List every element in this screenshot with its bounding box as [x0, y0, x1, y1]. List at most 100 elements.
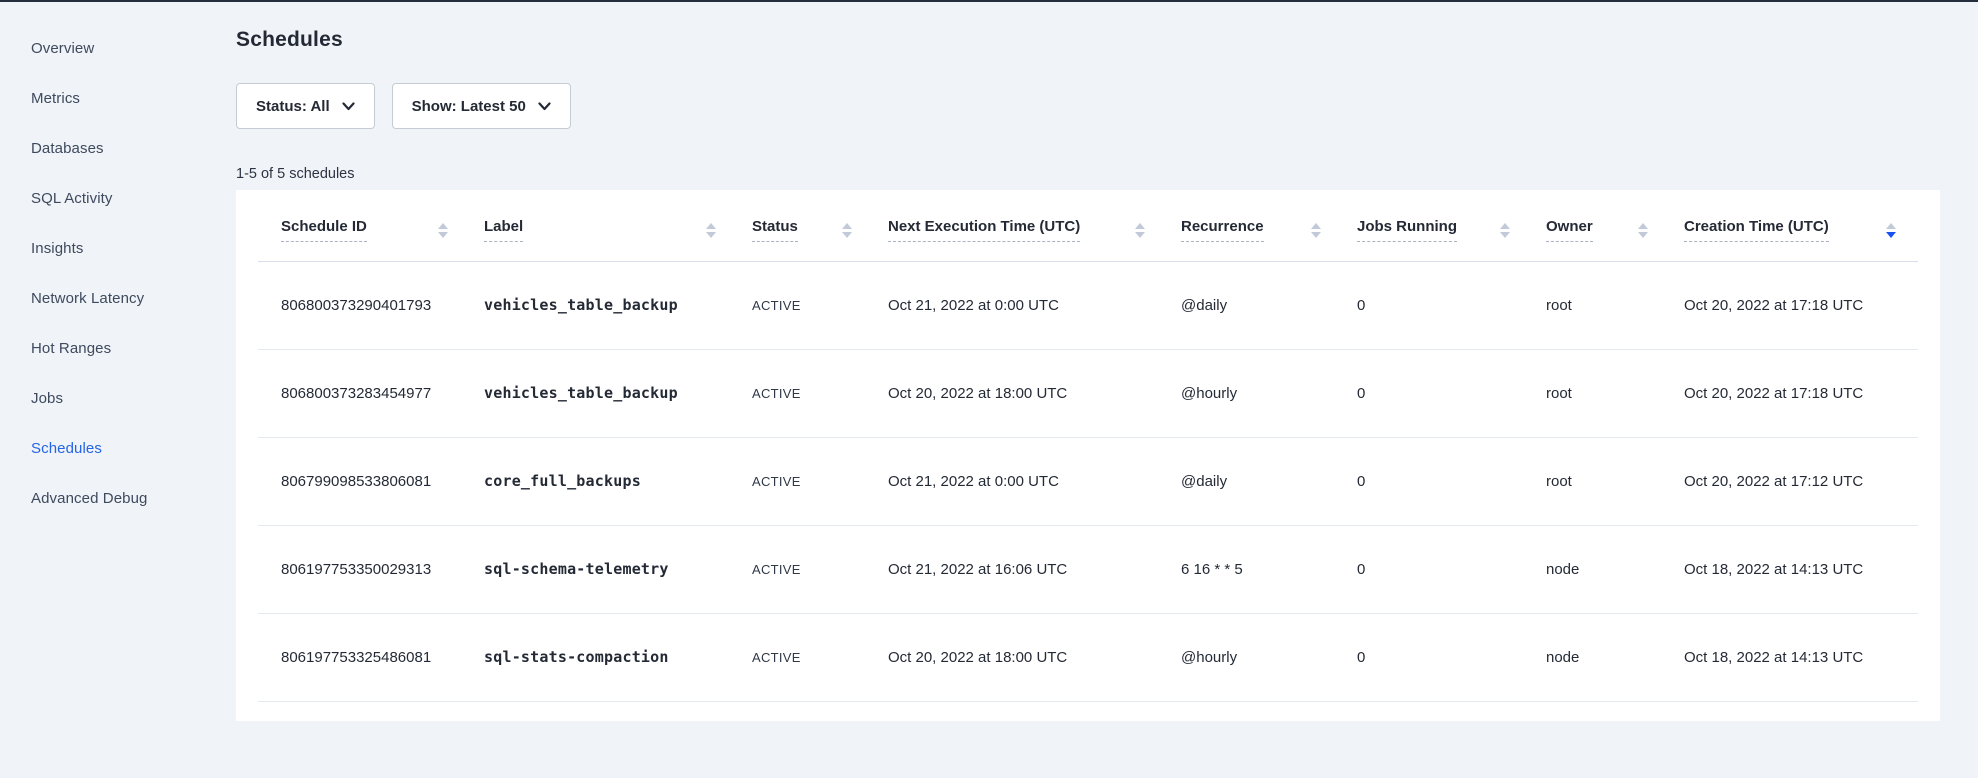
cell-owner: root	[1546, 261, 1684, 349]
sort-arrows-icon[interactable]	[1311, 223, 1321, 238]
sort-asc-icon	[706, 223, 716, 229]
cell-next-execution-time: Oct 21, 2022 at 16:06 UTC	[888, 525, 1181, 613]
sort-desc-icon	[842, 232, 852, 238]
schedules-table: Schedule ID Label Status Next Execution …	[258, 190, 1918, 702]
status-filter-label: Status: All	[256, 98, 330, 115]
cell-jobs-running: 0	[1357, 261, 1546, 349]
table-row[interactable]: 806799098533806081 core_full_backups ACT…	[258, 437, 1918, 525]
cell-next-execution-time: Oct 20, 2022 at 18:00 UTC	[888, 613, 1181, 701]
sidebar-item-insights[interactable]: Insights	[0, 223, 236, 273]
cell-creation-time: Oct 20, 2022 at 17:18 UTC	[1684, 261, 1918, 349]
cell-recurrence: @daily	[1181, 437, 1357, 525]
sort-asc-icon	[1638, 223, 1648, 229]
sidebar-item-databases[interactable]: Databases	[0, 123, 236, 173]
cell-owner: node	[1546, 613, 1684, 701]
cell-creation-time: Oct 18, 2022 at 14:13 UTC	[1684, 613, 1918, 701]
table-header: Schedule ID Label Status Next Execution …	[258, 190, 1918, 261]
schedules-table-card: Schedule ID Label Status Next Execution …	[236, 190, 1940, 721]
cell-owner: root	[1546, 437, 1684, 525]
cell-status: ACTIVE	[752, 437, 888, 525]
cell-jobs-running: 0	[1357, 349, 1546, 437]
column-header-recurrence[interactable]: Recurrence	[1181, 190, 1357, 261]
sort-asc-icon	[1135, 223, 1145, 229]
cell-jobs-running: 0	[1357, 437, 1546, 525]
chevron-down-icon	[342, 98, 355, 115]
sidebar-item-sql-activity[interactable]: SQL Activity	[0, 173, 236, 223]
sort-asc-icon	[1886, 223, 1896, 229]
column-header-next-execution-time-utc[interactable]: Next Execution Time (UTC)	[888, 190, 1181, 261]
show-latest-dropdown[interactable]: Show: Latest 50	[392, 83, 571, 129]
cell-schedule-id: 806197753325486081	[258, 613, 484, 701]
sort-arrows-icon[interactable]	[1886, 223, 1896, 238]
sort-desc-icon	[706, 232, 716, 238]
cell-schedule-id: 806800373283454977	[258, 349, 484, 437]
show-latest-label: Show: Latest 50	[412, 98, 526, 115]
sidebar-item-overview[interactable]: Overview	[0, 23, 236, 73]
sort-asc-icon	[1311, 223, 1321, 229]
sidebar-item-advanced-debug[interactable]: Advanced Debug	[0, 473, 236, 523]
cell-schedule-id: 806799098533806081	[258, 437, 484, 525]
cell-next-execution-time: Oct 21, 2022 at 0:00 UTC	[888, 261, 1181, 349]
sidebar-item-metrics[interactable]: Metrics	[0, 73, 236, 123]
sort-arrows-icon[interactable]	[842, 223, 852, 238]
cell-recurrence: @hourly	[1181, 349, 1357, 437]
column-header-owner[interactable]: Owner	[1546, 190, 1684, 261]
sort-desc-icon	[1311, 232, 1321, 238]
cell-next-execution-time: Oct 20, 2022 at 18:00 UTC	[888, 349, 1181, 437]
cell-schedule-id: 806800373290401793	[258, 261, 484, 349]
main-content: Schedules Status: All Show: Latest 50 1-…	[236, 2, 1978, 778]
cell-schedule-id: 806197753350029313	[258, 525, 484, 613]
cell-next-execution-time: Oct 21, 2022 at 0:00 UTC	[888, 437, 1181, 525]
results-count: 1-5 of 5 schedules	[236, 166, 1978, 182]
sort-arrows-icon[interactable]	[1500, 223, 1510, 238]
cell-jobs-running: 0	[1357, 613, 1546, 701]
cell-status: ACTIVE	[752, 525, 888, 613]
column-header-jobs-running[interactable]: Jobs Running	[1357, 190, 1546, 261]
column-header-creation-time-utc[interactable]: Creation Time (UTC)	[1684, 190, 1918, 261]
sort-arrows-icon[interactable]	[706, 223, 716, 238]
sort-arrows-icon[interactable]	[1638, 223, 1648, 238]
sidebar-item-schedules[interactable]: Schedules	[0, 423, 236, 473]
cell-label: vehicles_table_backup	[484, 349, 752, 437]
cell-status: ACTIVE	[752, 613, 888, 701]
column-header-status[interactable]: Status	[752, 190, 888, 261]
cell-jobs-running: 0	[1357, 525, 1546, 613]
cell-recurrence: 6 16 * * 5	[1181, 525, 1357, 613]
sort-desc-icon	[438, 232, 448, 238]
column-header-schedule-id[interactable]: Schedule ID	[258, 190, 484, 261]
sort-desc-icon	[1135, 232, 1145, 238]
cell-creation-time: Oct 20, 2022 at 17:18 UTC	[1684, 349, 1918, 437]
table-body: 806800373290401793 vehicles_table_backup…	[258, 261, 1918, 701]
chevron-down-icon	[538, 98, 551, 115]
cell-label: sql-stats-compaction	[484, 613, 752, 701]
cell-recurrence: @daily	[1181, 261, 1357, 349]
cell-owner: root	[1546, 349, 1684, 437]
cell-label: core_full_backups	[484, 437, 752, 525]
cell-owner: node	[1546, 525, 1684, 613]
sidebar-nav: OverviewMetricsDatabasesSQL ActivityInsi…	[0, 2, 236, 778]
cell-label: sql-schema-telemetry	[484, 525, 752, 613]
cell-status: ACTIVE	[752, 261, 888, 349]
cell-recurrence: @hourly	[1181, 613, 1357, 701]
table-row[interactable]: 806800373290401793 vehicles_table_backup…	[258, 261, 1918, 349]
sort-desc-icon	[1638, 232, 1648, 238]
filters-row: Status: All Show: Latest 50	[236, 83, 1978, 129]
sidebar-item-network-latency[interactable]: Network Latency	[0, 273, 236, 323]
sort-asc-icon	[438, 223, 448, 229]
cell-creation-time: Oct 20, 2022 at 17:12 UTC	[1684, 437, 1918, 525]
sidebar-item-hot-ranges[interactable]: Hot Ranges	[0, 323, 236, 373]
sort-arrows-icon[interactable]	[438, 223, 448, 238]
column-header-label[interactable]: Label	[484, 190, 752, 261]
sort-arrows-icon[interactable]	[1135, 223, 1145, 238]
cell-label: vehicles_table_backup	[484, 261, 752, 349]
table-row[interactable]: 806197753325486081 sql-stats-compaction …	[258, 613, 1918, 701]
status-filter-dropdown[interactable]: Status: All	[236, 83, 375, 129]
sort-asc-icon	[842, 223, 852, 229]
sort-asc-icon	[1500, 223, 1510, 229]
cell-status: ACTIVE	[752, 349, 888, 437]
table-row[interactable]: 806800373283454977 vehicles_table_backup…	[258, 349, 1918, 437]
sidebar-item-jobs[interactable]: Jobs	[0, 373, 236, 423]
sort-desc-icon	[1500, 232, 1510, 238]
sort-desc-icon	[1886, 232, 1896, 238]
table-row[interactable]: 806197753350029313 sql-schema-telemetry …	[258, 525, 1918, 613]
